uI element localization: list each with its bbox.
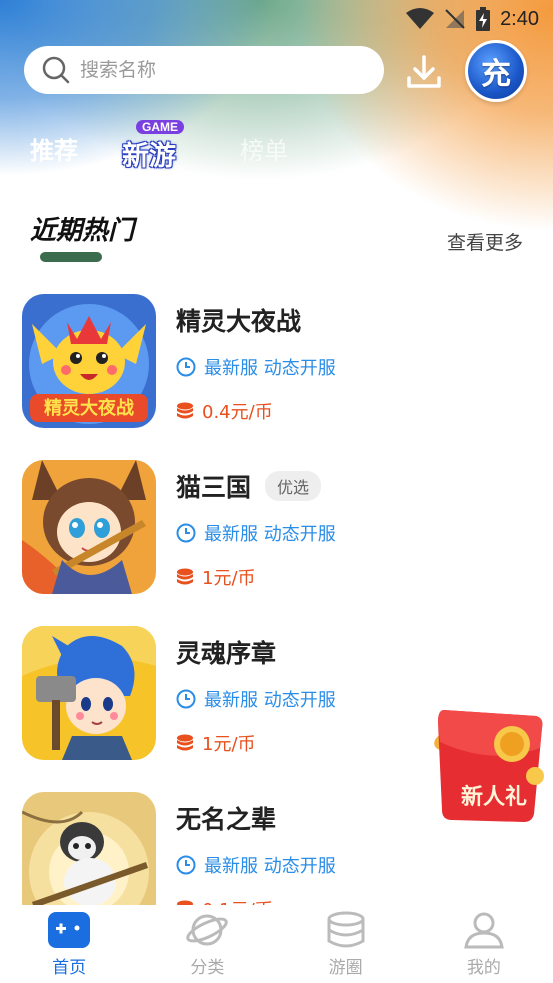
- bottom-navigation: 首页 分类 游圈 我的: [0, 905, 553, 983]
- nav-label: 游圈: [328, 957, 363, 978]
- download-button[interactable]: [400, 48, 448, 96]
- search-input[interactable]: [80, 59, 360, 81]
- server-text: 最新服 动态开服: [204, 690, 336, 711]
- tab-new-games[interactable]: GAME 新游: [118, 120, 200, 176]
- game-icon-jingling[interactable]: 精灵大夜战: [22, 294, 156, 428]
- game-name: 猫三国: [176, 473, 252, 502]
- coin-stack-icon: [177, 734, 193, 751]
- download-icon: [407, 55, 441, 88]
- recharge-button[interactable]: 充: [465, 40, 527, 102]
- game-icon-linghun[interactable]: [22, 626, 156, 760]
- search-icon: [42, 56, 70, 84]
- nav-label: 首页: [52, 957, 87, 978]
- coin-stack-icon: [327, 911, 365, 947]
- planet-icon: [186, 914, 229, 945]
- clock-icon: [176, 523, 196, 543]
- price-info: 0.4元/币: [176, 398, 273, 424]
- server-info: 最新服 动态开服: [176, 354, 336, 380]
- featured-badge: 优选: [265, 471, 322, 501]
- recharge-label: 充: [481, 57, 511, 92]
- game-icon-maosanguo[interactable]: [22, 460, 156, 594]
- search-bar[interactable]: [24, 46, 384, 94]
- nav-label: 分类: [190, 957, 225, 978]
- price-info: 1元/币: [176, 730, 256, 756]
- new-user-gift-button[interactable]: 新人礼: [430, 702, 552, 828]
- game-icon-text: 精灵大夜战: [44, 397, 134, 419]
- price-text: 0.4元/币: [202, 402, 273, 423]
- category-tabs: 推荐 GAME 新游 榜单: [30, 118, 328, 178]
- game-name: 无名之辈: [176, 805, 277, 834]
- server-text: 最新服 动态开服: [204, 358, 336, 379]
- section-title-underline: [40, 252, 102, 262]
- coin-stack-icon: [177, 402, 193, 419]
- game-list: 精灵大夜战 精灵大夜战 最新服 动态开服 0.4元/币 猫三国 优选 最新服 动…: [0, 294, 553, 958]
- server-text: 最新服 动态开服: [204, 524, 336, 545]
- tab-recommend[interactable]: 推荐: [30, 131, 78, 166]
- price-text: 1元/币: [202, 568, 256, 589]
- tab-ranking[interactable]: 榜单: [240, 131, 288, 166]
- price-info: 1元/币: [176, 564, 256, 590]
- clock-icon: [176, 357, 196, 377]
- price-text: 1元/币: [202, 734, 256, 755]
- nav-item-category[interactable]: 分类: [167, 911, 247, 978]
- nav-item-profile[interactable]: 我的: [444, 911, 524, 978]
- nav-label: 我的: [466, 957, 501, 978]
- game-tag: GAME: [136, 120, 184, 134]
- server-info: 最新服 动态开服: [176, 686, 336, 712]
- user-icon: [464, 912, 504, 948]
- gamepad-icon: [48, 911, 91, 948]
- game-name: 灵魂序章: [176, 639, 277, 668]
- status-bar: 2:40: [0, 0, 553, 38]
- gift-label: 新人礼: [461, 784, 527, 810]
- no-signal-icon: [445, 9, 465, 29]
- wifi-icon: [406, 8, 435, 29]
- server-info: 最新服 动态开服: [176, 520, 336, 546]
- nav-item-home[interactable]: 首页: [29, 911, 109, 978]
- see-more-link[interactable]: 查看更多: [447, 228, 523, 255]
- server-text: 最新服 动态开服: [204, 856, 336, 877]
- game-list-item[interactable]: 精灵大夜战 精灵大夜战 最新服 动态开服 0.4元/币: [0, 294, 553, 460]
- section-title: 近期热门: [30, 216, 135, 246]
- clock-icon: [176, 689, 196, 709]
- clock-icon: [176, 855, 196, 875]
- coin-stack-icon: [177, 568, 193, 585]
- battery-charging-icon: [476, 7, 491, 31]
- game-list-item[interactable]: 猫三国 优选 最新服 动态开服 1元/币: [0, 460, 553, 626]
- game-name: 精灵大夜战: [176, 307, 302, 336]
- tab-new-games-label: 新游: [122, 141, 176, 172]
- nav-item-circle[interactable]: 游圈: [306, 911, 386, 978]
- status-time: 2:40: [500, 7, 539, 30]
- server-info: 最新服 动态开服: [176, 852, 336, 878]
